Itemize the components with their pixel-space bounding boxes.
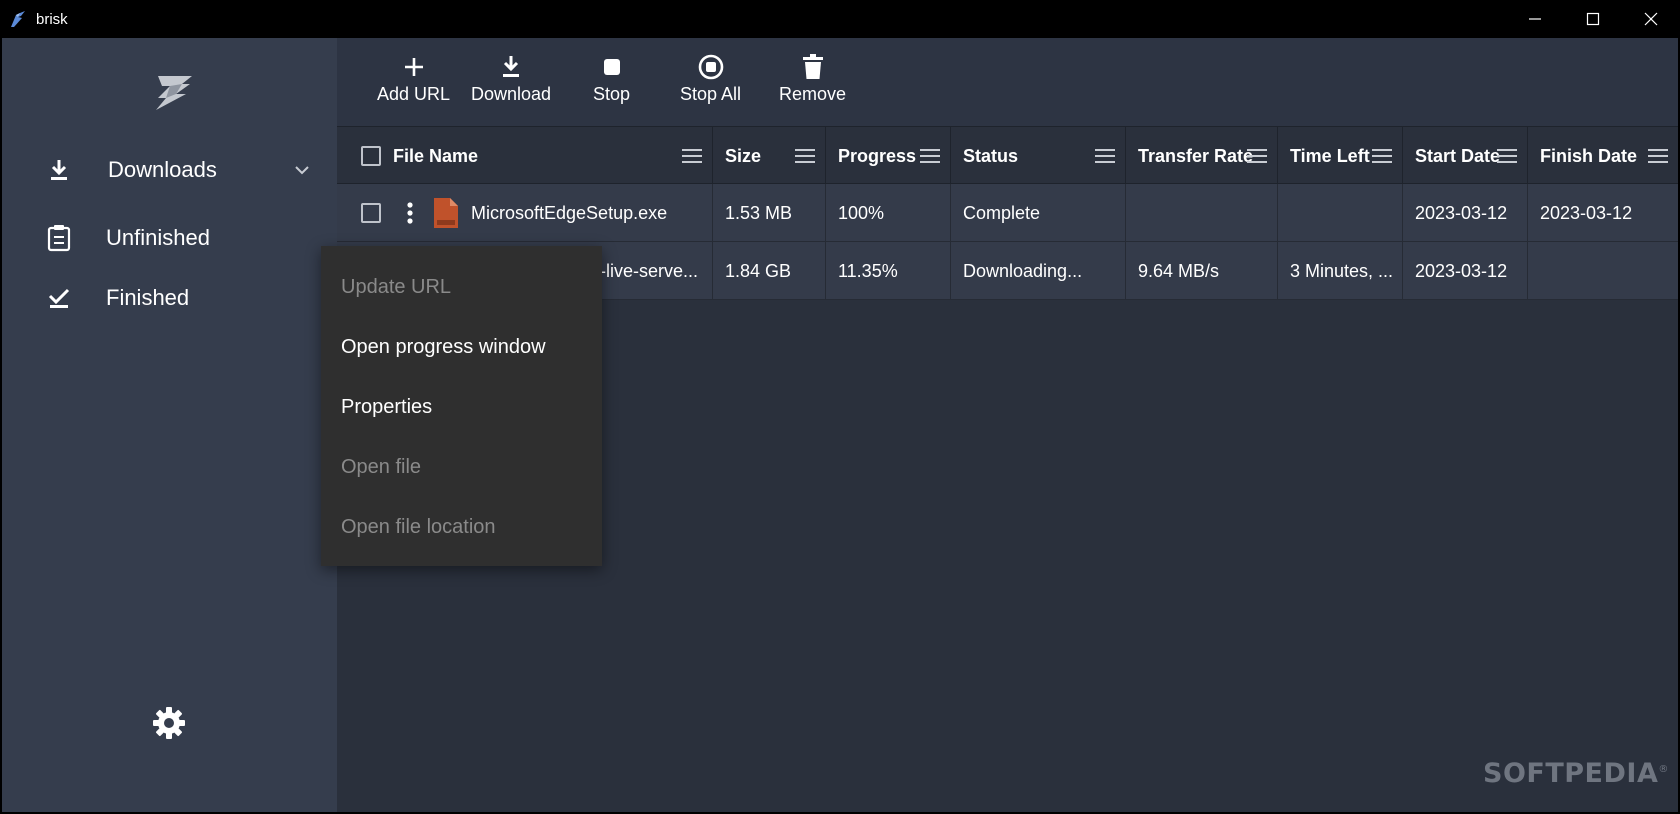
column-header-transfer-rate[interactable]: Transfer Rate [1126, 127, 1278, 185]
column-menu-icon[interactable] [795, 149, 815, 163]
download-icon [498, 54, 524, 80]
plus-icon [401, 54, 427, 80]
column-header-file-name[interactable]: File Name [337, 127, 713, 185]
window-controls [1506, 0, 1680, 38]
cell-start-date: 2023-03-12 [1403, 242, 1528, 300]
sidebar-item-finished[interactable]: Finished [2, 272, 337, 324]
cell-transfer-rate: 9.64 MB/s [1126, 242, 1278, 300]
remove-button[interactable]: Remove [779, 54, 846, 114]
exe-file-icon [434, 198, 458, 228]
stop-icon [599, 54, 625, 80]
column-menu-icon[interactable] [1497, 149, 1517, 163]
sidebar-item-label: Downloads [108, 157, 217, 182]
column-menu-icon[interactable] [1247, 149, 1267, 163]
softpedia-watermark: SOFTPEDIA® [1483, 758, 1669, 789]
column-menu-icon[interactable] [1372, 149, 1392, 163]
minimize-button[interactable] [1506, 0, 1564, 38]
column-header-progress[interactable]: Progress [826, 127, 951, 185]
brisk-logo-icon [11, 11, 25, 27]
column-menu-icon[interactable] [682, 149, 702, 163]
row-checkbox[interactable] [361, 203, 381, 223]
sidebar-item-label: Unfinished [106, 225, 210, 250]
column-menu-icon[interactable] [1648, 149, 1668, 163]
column-header-status[interactable]: Status [951, 127, 1126, 185]
gear-icon[interactable] [152, 706, 186, 740]
select-all-checkbox[interactable] [361, 146, 381, 166]
cell-status: Downloading... [951, 242, 1126, 300]
cell-finish-date: 2023-03-12 [1540, 202, 1633, 223]
cell-status: Complete [951, 184, 1126, 242]
brisk-logo-icon [156, 76, 192, 110]
more-options-icon[interactable] [407, 202, 413, 224]
cell-time-left [1278, 184, 1403, 242]
download-icon [46, 157, 72, 183]
cell-progress: 100% [826, 184, 951, 242]
column-header-size[interactable]: Size [713, 127, 826, 185]
row-context-menu: Update URL Open progress window Properti… [321, 246, 602, 566]
close-button[interactable] [1622, 0, 1680, 38]
sidebar-item-label: Finished [106, 285, 190, 310]
menu-item-open-file[interactable]: Open file [341, 456, 421, 479]
window-title: brisk [36, 10, 68, 28]
cell-time-left: 3 Minutes, ... [1278, 242, 1403, 300]
stop-button[interactable]: Stop [593, 54, 630, 114]
column-header-start-date[interactable]: Start Date [1403, 127, 1528, 185]
cell-progress: 11.35% [826, 242, 951, 300]
title-bar: brisk [0, 0, 1680, 38]
stop-all-button[interactable]: Stop All [680, 54, 741, 114]
column-header-finish-date[interactable]: Finish Date [1528, 127, 1678, 185]
menu-item-update-url[interactable]: Update URL [341, 276, 451, 299]
cell-size: 1.53 MB [713, 184, 826, 242]
add-url-button[interactable]: Add URL [377, 54, 450, 114]
stop-all-icon [698, 54, 724, 80]
cell-file-name: MicrosoftEdgeSetup.exe [337, 184, 713, 242]
column-header-time-left[interactable]: Time Left [1278, 127, 1403, 185]
menu-item-open-file-location[interactable]: Open file location [341, 516, 496, 539]
menu-item-open-progress-window[interactable]: Open progress window [341, 336, 546, 359]
menu-item-properties[interactable]: Properties [341, 396, 432, 419]
sidebar-item-unfinished[interactable]: Unfinished [2, 212, 337, 264]
trash-icon [800, 54, 826, 80]
cell-size: 1.84 GB [713, 242, 826, 300]
maximize-icon [1586, 12, 1600, 26]
column-menu-icon[interactable] [1095, 149, 1115, 163]
cell-start-date: 2023-03-12 [1403, 184, 1528, 242]
toolbar: Add URL Download Stop Stop All Remove [337, 38, 1678, 126]
check-icon [46, 285, 72, 311]
cell-finish-date [1528, 242, 1678, 300]
clipboard-icon [46, 225, 72, 252]
sidebar: Downloads Unfinished Finished [2, 38, 337, 812]
download-button[interactable]: Download [471, 54, 551, 114]
maximize-button[interactable] [1564, 0, 1622, 38]
sidebar-item-downloads[interactable]: Downloads [2, 144, 337, 196]
minimize-icon [1529, 18, 1541, 20]
table-header: File Name Size Progress Status Transfer … [337, 126, 1678, 185]
close-icon [1644, 12, 1658, 26]
table-row[interactable]: MicrosoftEdgeSetup.exe 1.53 MB 100% Comp… [337, 184, 1678, 242]
cell-transfer-rate [1126, 184, 1278, 242]
column-menu-icon[interactable] [920, 149, 940, 163]
chevron-down-icon[interactable] [292, 160, 312, 180]
